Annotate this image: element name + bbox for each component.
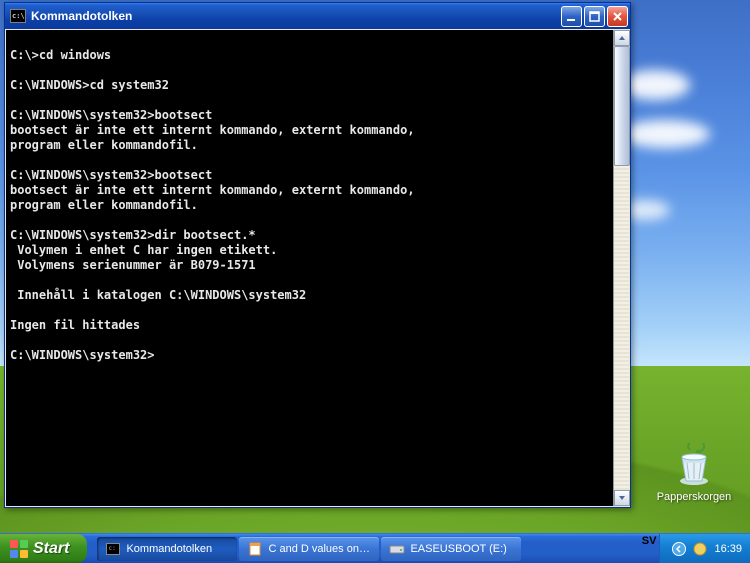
taskbar-item-label: EASEUSBOOT (E:) <box>410 543 506 555</box>
scrollbar-thumb[interactable] <box>614 46 630 166</box>
taskbar-item-label: C and D values on RE... <box>268 543 371 555</box>
terminal-icon: c: <box>105 541 121 557</box>
close-button[interactable] <box>607 6 628 27</box>
system-tray: 16:39 <box>659 534 750 563</box>
scroll-up-button[interactable] <box>614 30 630 46</box>
desktop-icon-label: Papperskorgen <box>654 491 734 503</box>
command-prompt-window: Kommandotolken C:\>cd windows C:\WINDOWS… <box>4 2 631 508</box>
window-title: Kommandotolken <box>31 9 561 23</box>
desktop-background[interactable]: Papperskorgen Kommandotolken C:\>cd wind… <box>0 0 750 563</box>
titlebar[interactable]: Kommandotolken <box>5 3 630 29</box>
taskbar: Start c: Kommandotolken C and D values o… <box>0 533 750 563</box>
taskbar-clock[interactable]: 16:39 <box>714 543 742 555</box>
tray-expand-button[interactable] <box>672 542 686 556</box>
start-button[interactable]: Start <box>0 534 87 563</box>
language-indicator[interactable]: SV <box>639 534 660 563</box>
taskbar-item-drive[interactable]: EASEUSBOOT (E:) <box>381 537 521 561</box>
windows-logo-icon <box>10 540 28 558</box>
minimize-button[interactable] <box>561 6 582 27</box>
drive-icon <box>389 541 405 557</box>
vertical-scrollbar[interactable] <box>613 30 629 506</box>
recycle-bin-icon <box>672 443 716 487</box>
browser-icon <box>247 541 263 557</box>
terminal-output[interactable]: C:\>cd windows C:\WINDOWS>cd system32 C:… <box>6 30 613 506</box>
start-label: Start <box>33 540 69 558</box>
taskbar-item-label: Kommandotolken <box>126 543 212 555</box>
tray-icon[interactable] <box>692 541 708 557</box>
scroll-down-button[interactable] <box>614 490 630 506</box>
cloud-decoration <box>620 120 710 148</box>
window-client-area: C:\>cd windows C:\WINDOWS>cd system32 C:… <box>6 30 629 506</box>
taskbar-item-browser[interactable]: C and D values on RE... <box>239 537 379 561</box>
maximize-button[interactable] <box>584 6 605 27</box>
desktop-icon-recycle-bin[interactable]: Papperskorgen <box>654 443 734 503</box>
taskbar-items: c: Kommandotolken C and D values on RE..… <box>93 534 638 563</box>
taskbar-item-kommandotolken[interactable]: c: Kommandotolken <box>97 537 237 561</box>
terminal-icon <box>10 9 26 23</box>
